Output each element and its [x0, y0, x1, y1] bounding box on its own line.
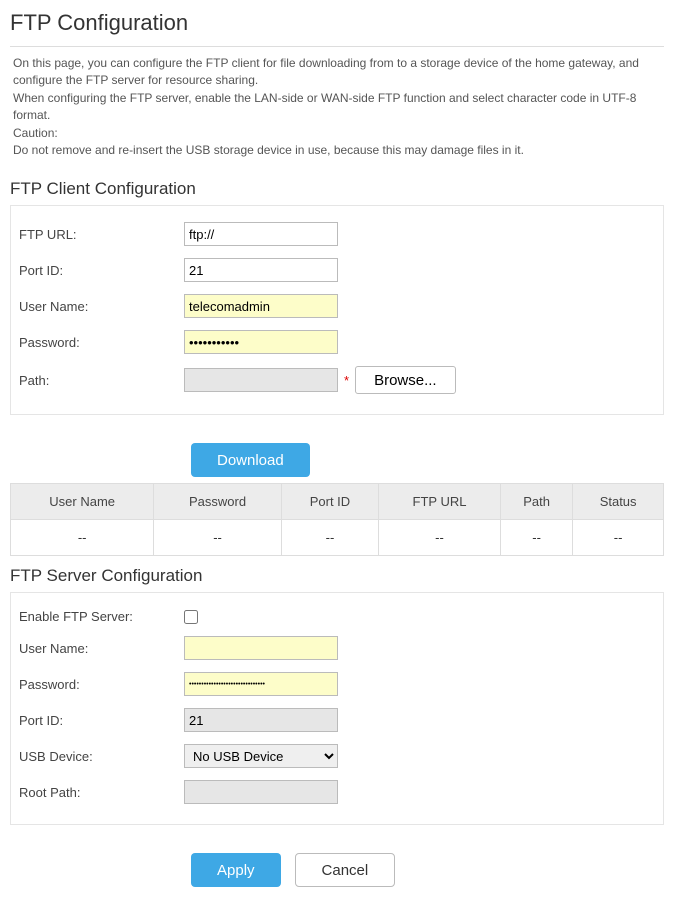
- password-label: Password:: [19, 335, 184, 350]
- enable-ftp-checkbox[interactable]: [184, 610, 198, 624]
- client-actions: Download: [5, 425, 669, 483]
- th-password: Password: [154, 484, 282, 520]
- th-url: FTP URL: [379, 484, 501, 520]
- srv-port-input[interactable]: [184, 708, 338, 732]
- root-path-input[interactable]: [184, 780, 338, 804]
- page-title: FTP Configuration: [10, 10, 669, 36]
- username-label: User Name:: [19, 299, 184, 314]
- th-path: Path: [500, 484, 572, 520]
- ftp-url-label: FTP URL:: [19, 227, 184, 242]
- required-asterisk: *: [344, 373, 349, 388]
- th-username: User Name: [11, 484, 154, 520]
- td-port: --: [281, 520, 378, 556]
- desc-line: When configuring the FTP server, enable …: [13, 90, 661, 125]
- port-id-input[interactable]: [184, 258, 338, 282]
- description-block: On this page, you can configure the FTP …: [5, 55, 669, 171]
- browse-button[interactable]: Browse...: [355, 366, 456, 394]
- desc-line: On this page, you can configure the FTP …: [13, 55, 661, 90]
- usb-device-select[interactable]: No USB Device: [184, 744, 338, 768]
- username-input[interactable]: [184, 294, 338, 318]
- td-status: --: [573, 520, 664, 556]
- port-id-label: Port ID:: [19, 263, 184, 278]
- path-input[interactable]: [184, 368, 338, 392]
- ftp-url-input[interactable]: [184, 222, 338, 246]
- divider: [10, 46, 664, 47]
- enable-label: Enable FTP Server:: [19, 609, 184, 624]
- server-heading: FTP Server Configuration: [10, 566, 669, 586]
- apply-button[interactable]: Apply: [191, 853, 281, 887]
- usb-device-label: USB Device:: [19, 749, 184, 764]
- client-section: FTP URL: Port ID: User Name: Password: P…: [10, 205, 664, 415]
- td-url: --: [379, 520, 501, 556]
- server-section: Enable FTP Server: User Name: Password: …: [10, 592, 664, 825]
- th-port: Port ID: [281, 484, 378, 520]
- srv-username-label: User Name:: [19, 641, 184, 656]
- download-button[interactable]: Download: [191, 443, 310, 477]
- srv-port-label: Port ID:: [19, 713, 184, 728]
- cancel-button[interactable]: Cancel: [295, 853, 396, 887]
- password-input[interactable]: [184, 330, 338, 354]
- td-path: --: [500, 520, 572, 556]
- root-path-label: Root Path:: [19, 785, 184, 800]
- path-label: Path:: [19, 373, 184, 388]
- desc-line: Do not remove and re-insert the USB stor…: [13, 142, 661, 159]
- srv-password-label: Password:: [19, 677, 184, 692]
- td-username: --: [11, 520, 154, 556]
- table-row: -- -- -- -- -- --: [11, 520, 664, 556]
- td-password: --: [154, 520, 282, 556]
- download-table: User Name Password Port ID FTP URL Path …: [10, 483, 664, 556]
- th-status: Status: [573, 484, 664, 520]
- desc-line: Caution:: [13, 125, 661, 142]
- srv-username-input[interactable]: [184, 636, 338, 660]
- srv-password-input[interactable]: [184, 672, 338, 696]
- client-heading: FTP Client Configuration: [10, 179, 669, 199]
